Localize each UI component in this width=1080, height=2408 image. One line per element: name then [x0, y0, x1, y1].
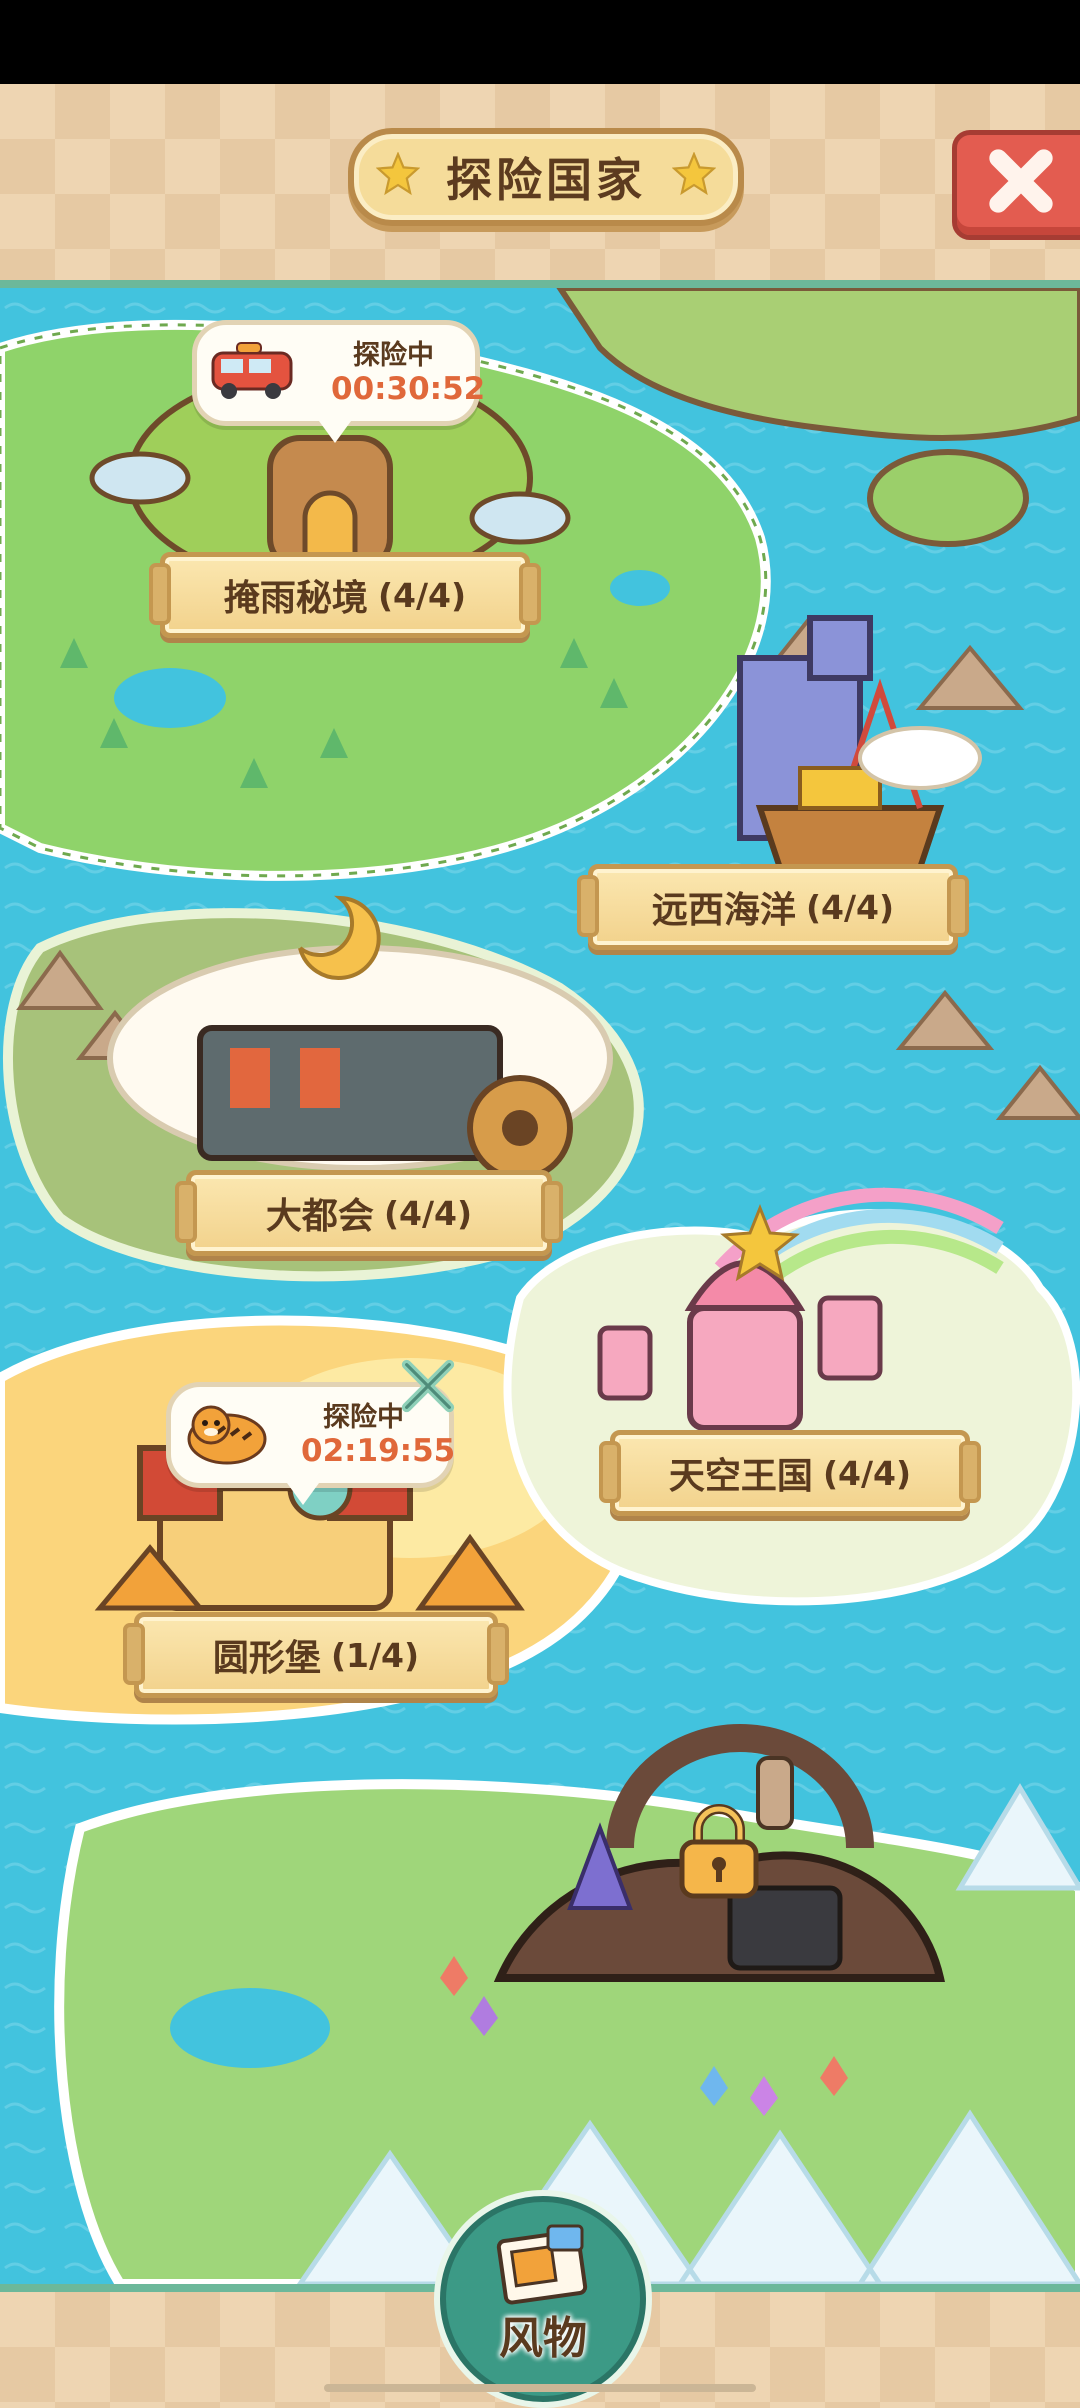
region-progress: (4/4)	[822, 1453, 912, 1493]
region-banner: 圆形堡 (1/4)	[123, 1612, 509, 1698]
region-metropolis[interactable]: 大都会 (4/4)	[175, 1170, 563, 1256]
region-banner: 远西海洋 (4/4)	[577, 864, 969, 950]
expedition-bubble[interactable]: 探险中 00:30:52	[192, 320, 485, 443]
expedition-timer: 02:19:55	[301, 1433, 456, 1469]
region-progress: (4/4)	[805, 887, 895, 927]
region-name: 圆形堡	[212, 1638, 321, 1679]
region-progress: (1/4)	[330, 1635, 420, 1675]
region-sky[interactable]: 天空王国 (4/4)	[599, 1430, 981, 1516]
region-ocean[interactable]: 远西海洋 (4/4)	[577, 864, 969, 950]
region-name: 远西海洋	[651, 890, 796, 931]
world-map: 掩雨秘境 (4/4) 探险中 00:30:52 远西海洋 (4/4) 大都会 (…	[0, 288, 1080, 2284]
expedition-status: 探险中	[353, 340, 434, 371]
page-title: 探险国家	[446, 153, 646, 207]
region-fort[interactable]: 圆形堡 (1/4)	[123, 1612, 509, 1698]
star-icon	[376, 152, 420, 196]
header: 探险国家	[0, 84, 1080, 288]
region-name: 大都会	[265, 1196, 374, 1237]
red-bus-icon	[211, 342, 293, 399]
souvenir-button[interactable]: 风物	[440, 2196, 646, 2402]
title-plaque: 探险国家	[348, 128, 744, 226]
star-icon	[672, 152, 716, 196]
souvenir-label: 风物	[499, 2313, 587, 2364]
home-indicator[interactable]	[324, 2384, 756, 2392]
tiger-icon	[187, 1405, 267, 1465]
region-banner: 掩雨秘境 (4/4)	[149, 552, 541, 638]
region-progress: (4/4)	[383, 1193, 473, 1233]
region-forest[interactable]: 掩雨秘境 (4/4)	[149, 552, 541, 638]
region-name: 掩雨秘境	[223, 578, 368, 619]
region-progress: (4/4)	[377, 575, 467, 615]
region-locked[interactable]	[490, 1728, 950, 1988]
status-bar	[0, 0, 1080, 84]
region-name: 天空王国	[668, 1456, 813, 1497]
padlock-icon	[679, 1804, 759, 1899]
region-banner: 大都会 (4/4)	[175, 1170, 563, 1256]
close-button[interactable]	[952, 130, 1080, 240]
postcard-icon	[496, 2224, 588, 2305]
crossed-swords-icon	[401, 1359, 455, 1413]
region-banner: 天空王国 (4/4)	[599, 1430, 981, 1516]
expedition-status: 探险中	[323, 1402, 404, 1433]
expedition-timer: 00:30:52	[331, 371, 486, 407]
close-icon	[989, 149, 1053, 213]
